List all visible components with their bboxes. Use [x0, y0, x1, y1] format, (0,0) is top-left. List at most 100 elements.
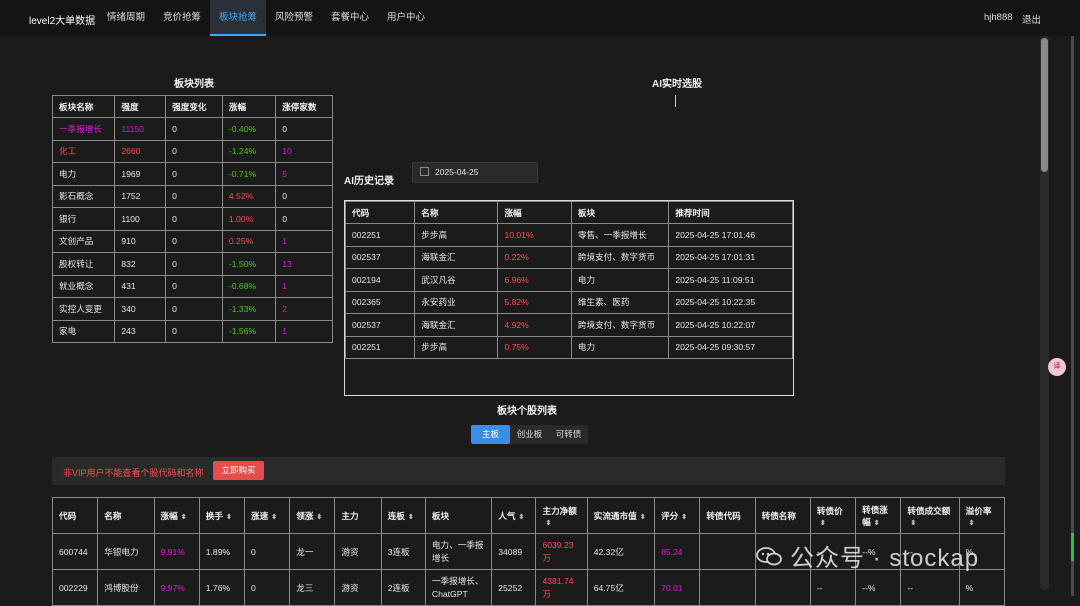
- column-header-label: 转债名称: [761, 510, 796, 521]
- table-row[interactable]: 家电 243 0 -1.56% 1: [51, 319, 333, 343]
- table-row[interactable]: 002251 步步高 0.75% 电力 2025-04-25 09:30:57: [344, 335, 793, 359]
- logout-link[interactable]: 退出: [1022, 12, 1041, 26]
- scrollbar-thumb[interactable]: [1041, 38, 1048, 172]
- vip-notice-text: 非VIP用户不能查看个股代码和名称: [63, 468, 204, 478]
- table-row[interactable]: 股权转让 832 0 -1.50% 13: [51, 252, 333, 276]
- date-picker[interactable]: 2025-04-25: [412, 162, 538, 183]
- stock-name[interactable]: 海联金汇: [414, 245, 499, 269]
- stock-name[interactable]: 武汉凡谷: [414, 268, 499, 292]
- column-header[interactable]: 人气 ⬍: [491, 497, 537, 534]
- stock-code: 002194: [344, 268, 416, 292]
- sort-icon[interactable]: ⬍: [820, 520, 826, 527]
- cell-cb-pct: --%: [855, 569, 902, 606]
- table-row[interactable]: 002251 步步高 10.01% 零售、一季报增长 2025-04-25 17:01:…: [344, 223, 793, 247]
- table-row[interactable]: 化工 2660 0 -1.24% 10: [51, 139, 333, 163]
- column-header[interactable]: 涨幅 ⬍: [153, 497, 200, 534]
- column-header: 强度变化: [165, 95, 223, 118]
- column-header[interactable]: 转债涨幅 ⬍: [855, 497, 902, 534]
- table-row[interactable]: 银行 1100 0 1.00% 0: [51, 207, 333, 231]
- table-row[interactable]: 影石概念 1752 0 4.52% 0: [51, 184, 333, 208]
- column-header[interactable]: 溢价率 ⬍: [958, 497, 1006, 534]
- sort-icon[interactable]: ⬍: [226, 514, 232, 521]
- column-header[interactable]: 领涨 ⬍: [289, 497, 336, 534]
- stock-list-title: 板块个股列表: [497, 406, 557, 417]
- column-header[interactable]: 主力净额 ⬍: [535, 497, 588, 534]
- stock-name[interactable]: 步步高: [414, 335, 499, 359]
- sector-name[interactable]: 文创产品: [51, 229, 116, 253]
- sort-icon[interactable]: ⬍: [910, 520, 916, 527]
- sector-strength-change: 0: [165, 274, 223, 298]
- sector-strength: 431: [114, 274, 167, 298]
- text-cursor: [675, 95, 676, 107]
- sector-table: 板块名称 强度 强度变化 涨幅 涨停家数 一季报增长 11150 0 -0.40% 0 化工 266…: [51, 95, 333, 343]
- table-row[interactable]: 002537 海联金汇 4.92% 跨境支付、数字货币 2025-04-25 10:22…: [344, 313, 793, 337]
- sort-icon[interactable]: ⬍: [681, 514, 687, 521]
- column-header[interactable]: 连板 ⬍: [380, 497, 426, 534]
- table-row[interactable]: 002194 武汉凡谷 6.96% 电力 2025-04-25 11:09:51: [344, 268, 793, 292]
- sector-name[interactable]: 就业概念: [51, 274, 116, 298]
- nav-item-auction[interactable]: 竞价抢筹: [154, 0, 210, 34]
- translate-float-icon[interactable]: 译: [1048, 358, 1066, 376]
- column-header[interactable]: 涨速 ⬍: [243, 497, 291, 534]
- sort-icon[interactable]: ⬍: [316, 514, 322, 521]
- column-header: 名称: [97, 497, 155, 534]
- cell-score: 85.24: [654, 533, 701, 570]
- stock-code: 002537: [344, 313, 416, 337]
- buy-now-button[interactable]: 立即购买: [213, 461, 264, 480]
- sector-name[interactable]: 股权转让: [51, 252, 116, 276]
- column-header[interactable]: 实流通市值 ⬍: [586, 497, 656, 534]
- nav-item-packages[interactable]: 套餐中心: [322, 0, 378, 34]
- sort-icon[interactable]: ⬍: [640, 514, 646, 521]
- nav-item-emotion-cycle[interactable]: 情绪周期: [98, 0, 154, 34]
- tab-chinext[interactable]: 创业板: [510, 425, 549, 444]
- sector-strength: 910: [114, 229, 167, 253]
- tab-convertible[interactable]: 可转债: [549, 425, 588, 444]
- sector-name[interactable]: 一季报增长: [51, 117, 116, 141]
- nav-item-user-center[interactable]: 用户中心: [378, 0, 434, 34]
- cell-name[interactable]: 华银电力: [97, 533, 155, 570]
- table-row[interactable]: 002537 海联金汇 0.22% 跨境支付、数字货币 2025-04-25 17:01…: [344, 245, 793, 269]
- stock-name[interactable]: 永安药业: [414, 290, 499, 314]
- brand-title[interactable]: level2大单数据: [29, 12, 95, 27]
- cell-cb-code: [699, 533, 756, 570]
- table-row[interactable]: 就业概念 431 0 -0.68% 1: [51, 274, 333, 298]
- column-header[interactable]: 评分 ⬍: [654, 497, 701, 534]
- sort-icon[interactable]: ⬍: [408, 514, 414, 521]
- sort-icon[interactable]: ⬍: [271, 514, 277, 521]
- sort-icon[interactable]: ⬍: [545, 520, 551, 527]
- sector-strength-change: 0: [165, 319, 223, 343]
- sort-icon[interactable]: ⬍: [518, 514, 524, 521]
- sort-icon[interactable]: ⬍: [874, 520, 880, 527]
- stock-name[interactable]: 步步高: [414, 223, 499, 247]
- tab-main-board[interactable]: 主板: [471, 425, 510, 444]
- nav-item-sector-grab[interactable]: 板块抢筹: [210, 0, 266, 36]
- cell-board: 2连板: [380, 569, 426, 606]
- table-row[interactable]: 电力 1969 0 -0.71% 5: [51, 162, 333, 186]
- table-row[interactable]: 文创产品 910 0 0.25% 1: [51, 229, 333, 253]
- column-header[interactable]: 转债成交额 ⬍: [900, 497, 960, 534]
- table-row[interactable]: 实控人变更 340 0 -1.33% 2: [51, 297, 333, 321]
- sector-name[interactable]: 银行: [51, 207, 116, 231]
- sector-name[interactable]: 化工: [51, 139, 116, 163]
- column-header[interactable]: 换手 ⬍: [198, 497, 245, 534]
- column-header[interactable]: 转债价 ⬍: [809, 497, 857, 534]
- sector-name[interactable]: 影石概念: [51, 184, 116, 208]
- sector-name[interactable]: 家电: [51, 319, 116, 343]
- table-row[interactable]: 002229 鸿博股份 9.97% 1.76% 0 龙三 游资 2连板 一季报增长、ChatGP…: [51, 569, 1006, 606]
- table-row[interactable]: 002365 永安药业 5.82% 维生素、医药 2025-04-25 10:22:35: [344, 290, 793, 314]
- username[interactable]: hjh888: [984, 12, 1013, 23]
- sector-pct: -0.71%: [221, 162, 277, 186]
- sector-limit-count: 1: [275, 319, 333, 343]
- stock-pct: 10.01%: [497, 223, 572, 247]
- stock-name[interactable]: 海联金汇: [414, 313, 499, 337]
- sort-icon[interactable]: ⬍: [969, 520, 975, 527]
- column-header: 推荐时间: [668, 201, 793, 224]
- sector-name[interactable]: 实控人变更: [51, 297, 116, 321]
- cell-cap: 64.75亿: [586, 569, 656, 606]
- cell-name[interactable]: 鸿博股份: [97, 569, 155, 606]
- cell-lead: 龙一: [289, 533, 336, 570]
- sector-name[interactable]: 电力: [51, 162, 116, 186]
- nav-item-risk-alert[interactable]: 风险预警: [266, 0, 322, 34]
- table-row[interactable]: 一季报增长 11150 0 -0.40% 0: [51, 117, 333, 141]
- sort-icon[interactable]: ⬍: [181, 514, 187, 521]
